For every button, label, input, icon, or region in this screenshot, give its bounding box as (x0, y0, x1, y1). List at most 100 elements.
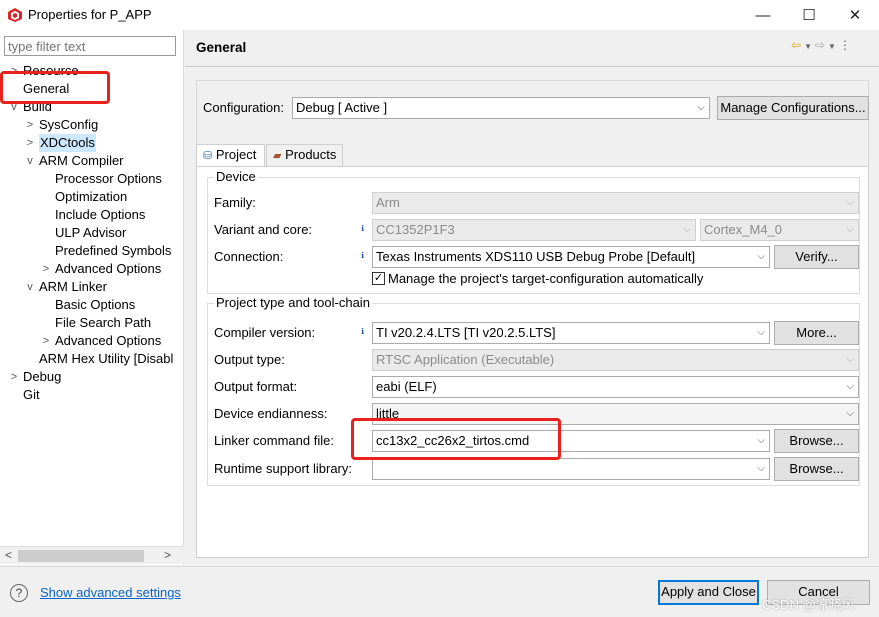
core-select: Cortex_M4_0 ⌵ (700, 219, 859, 241)
dropdown-icon[interactable]: ▼ (828, 42, 839, 51)
info-icon: ℹ (361, 327, 365, 336)
tree-item-label: ARM Compiler (39, 153, 124, 168)
variant-label: Variant and core: (214, 222, 313, 237)
compiler-version-select[interactable]: TI v20.2.4.LTS [TI v20.2.5.LTS] ⌵ (372, 322, 770, 344)
browse-runtime-button[interactable]: Browse... (774, 457, 859, 481)
chevron-down-icon[interactable]: v (9, 98, 19, 116)
tree-item-label: Optimization (55, 189, 128, 204)
chevron-down-icon: ⌵ (846, 197, 854, 208)
compiler-version-label: Compiler version: (214, 325, 316, 340)
tree-item-label: Include Options (55, 207, 146, 222)
variant-value: CC1352P1F3 (376, 222, 455, 237)
forward-arrow-icon[interactable]: ⇨ (815, 38, 828, 52)
output-type-select: RTSC Application (Executable) ⌵ (372, 349, 859, 371)
manage-target-checkbox[interactable]: ✓ (372, 272, 385, 285)
tree-item-label: File Search Path (55, 315, 152, 330)
horizontal-scrollbar[interactable]: < > (0, 546, 184, 564)
tree-item-label: General (23, 81, 70, 96)
tree-item-label: Build (23, 99, 52, 114)
title-bar: Properties for P_APP — ☐ ✕ (0, 0, 879, 30)
linker-command-value: cc13x2_cc26x2_tirtos.cmd (376, 433, 530, 448)
close-button[interactable]: ✕ (832, 0, 878, 30)
navigation-pane: > Resource General v Build > SysConfig >… (0, 30, 184, 565)
page-title: General (196, 40, 247, 55)
tab-label: Project (215, 147, 257, 162)
runtime-library-label: Runtime support library: (214, 461, 352, 476)
toolchain-group-title: Project type and tool-chain (214, 295, 372, 310)
page-nav-toolbar: ⇦▼⇨▼⋮ (791, 38, 854, 52)
app-icon (8, 8, 22, 22)
connection-select[interactable]: Texas Instruments XDS110 USB Debug Probe… (372, 246, 770, 268)
scroll-thumb[interactable] (18, 550, 144, 562)
manage-target-label: Manage the project's target-configuratio… (388, 271, 704, 286)
tree-item-label: ARM Hex Utility [Disabl (39, 351, 174, 366)
core-value: Cortex_M4_0 (704, 222, 783, 237)
family-value: Arm (376, 195, 400, 210)
apply-and-close-button[interactable]: Apply and Close (658, 580, 759, 605)
output-format-value: eabi (ELF) (376, 379, 437, 394)
chevron-right-icon[interactable]: > (9, 368, 19, 386)
chevron-down-icon: ⌵ (757, 435, 765, 446)
output-format-select[interactable]: eabi (ELF) ⌵ (372, 376, 859, 398)
show-advanced-settings-link[interactable]: Show advanced settings (40, 585, 181, 600)
connection-label: Connection: (214, 249, 284, 264)
tree-item-label: Predefined Symbols (55, 243, 172, 258)
filter-input[interactable] (4, 36, 176, 56)
device-group: Device Family: Arm ⌵ Variant and core: ℹ… (207, 169, 860, 294)
tab-project[interactable]: ⛁ Project (196, 144, 265, 167)
minimize-button[interactable]: — (740, 0, 786, 30)
variant-select: CC1352P1F3 ⌵ (372, 219, 696, 241)
chevron-right-icon[interactable]: > (41, 260, 51, 278)
more-button[interactable]: More... (774, 321, 859, 345)
browse-linker-button[interactable]: Browse... (774, 429, 859, 453)
tab-label: Products (285, 147, 337, 162)
chevron-down-icon: ⌵ (757, 327, 765, 338)
watermark: CSDN @凉晓风 (762, 597, 855, 612)
endianness-select[interactable]: little ⌵ (372, 403, 859, 425)
help-icon[interactable]: ? (10, 584, 28, 602)
scroll-right-icon[interactable]: > (164, 548, 171, 562)
family-label: Family: (214, 195, 256, 210)
tree-item-label: Advanced Options (55, 261, 162, 276)
scroll-left-icon[interactable]: < (5, 548, 12, 562)
manage-configurations-button[interactable]: Manage Configurations... (717, 96, 869, 120)
back-arrow-icon[interactable]: ⇦ (791, 38, 804, 52)
chevron-down-icon: ⌵ (846, 381, 854, 392)
endianness-value: little (376, 406, 400, 421)
chevron-right-icon[interactable]: > (25, 134, 35, 152)
tree-item-label: ARM Linker (39, 279, 107, 294)
chevron-right-icon[interactable]: > (25, 116, 35, 134)
compiler-version-value: TI v20.2.4.LTS [TI v20.2.5.LTS] (376, 325, 556, 340)
verify-button[interactable]: Verify... (774, 245, 859, 269)
chevron-down-icon: ⌵ (683, 224, 691, 235)
configuration-select[interactable]: Debug [ Active ] ⌵ (292, 97, 710, 119)
chevron-down-icon[interactable]: v (25, 152, 35, 170)
output-type-value: RTSC Application (Executable) (376, 352, 555, 367)
chevron-down-icon[interactable]: v (25, 278, 35, 296)
runtime-library-select[interactable]: ⌵ (372, 458, 770, 480)
tab-products[interactable]: ▰ Products (266, 144, 343, 166)
output-format-label: Output format: (214, 379, 298, 394)
endianness-label: Device endianness: (214, 406, 328, 421)
configuration-label: Configuration: (203, 100, 284, 115)
linker-command-label: Linker command file: (214, 433, 334, 448)
tree-item-label: Resource (23, 63, 79, 78)
configuration-value: Debug [ Active ] (296, 100, 388, 115)
tree-item-label: SysConfig (39, 117, 99, 132)
chevron-right-icon[interactable]: > (41, 332, 51, 350)
chevron-down-icon: ⌵ (697, 102, 705, 113)
dialog-footer: ? Show advanced settings Apply and Close… (0, 566, 879, 617)
tree-item-label: Advanced Options (55, 333, 162, 348)
dropdown-icon[interactable]: ▼ (804, 42, 815, 51)
chevron-right-icon[interactable]: > (9, 62, 19, 80)
tree-item-label: Git (23, 387, 40, 402)
info-icon: ℹ (361, 224, 365, 233)
properties-page: General ⇦▼⇨▼⋮ Configuration: Debug [ Act… (185, 30, 879, 565)
maximize-button[interactable]: ☐ (786, 0, 832, 30)
chevron-down-icon: ⌵ (846, 354, 854, 365)
tree-item-label: XDCtools (39, 134, 96, 152)
connection-value: Texas Instruments XDS110 USB Debug Probe… (376, 249, 696, 264)
view-menu-icon[interactable]: ⋮ (839, 38, 854, 52)
linker-command-select[interactable]: cc13x2_cc26x2_tirtos.cmd ⌵ (372, 430, 770, 452)
info-icon: ℹ (361, 251, 365, 260)
